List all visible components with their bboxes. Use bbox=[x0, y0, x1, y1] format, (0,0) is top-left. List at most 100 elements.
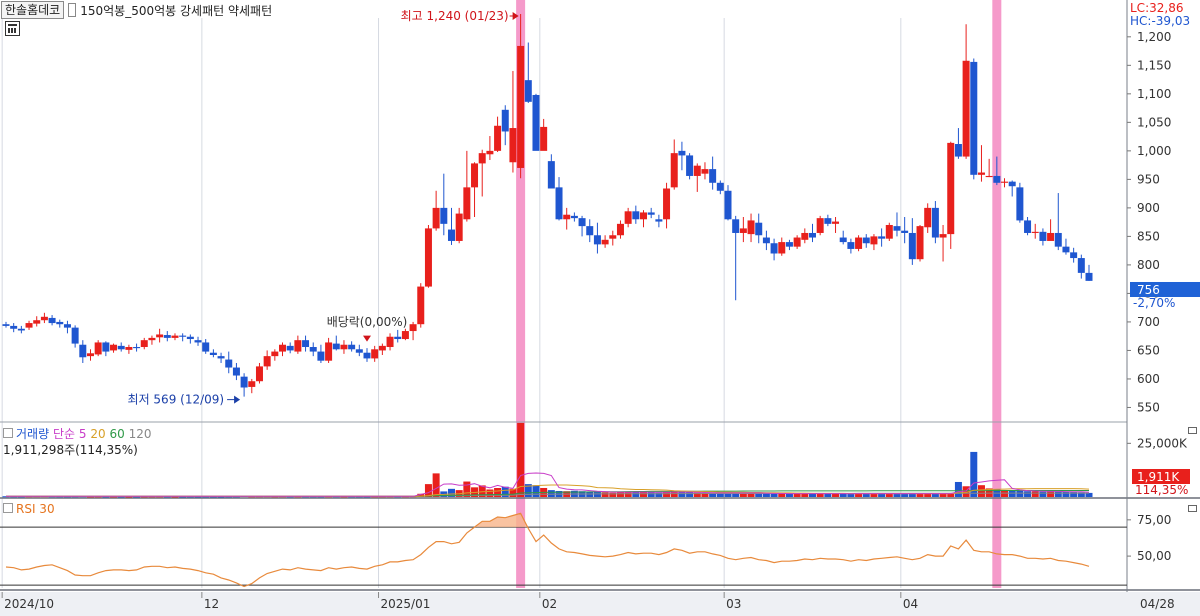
candle-body bbox=[294, 340, 302, 352]
candle-body bbox=[578, 218, 586, 227]
price-tick-label: 1,100 bbox=[1137, 87, 1171, 101]
candle bbox=[947, 141, 955, 249]
rsi-panel-minimize-icon[interactable] bbox=[1188, 505, 1197, 512]
legend-checkbox-icon[interactable] bbox=[3, 428, 13, 438]
hc-label: HC:-39,03 bbox=[1130, 14, 1191, 28]
candle-body bbox=[232, 367, 240, 376]
candle-body bbox=[993, 175, 1001, 183]
candle bbox=[532, 93, 540, 151]
candle-body bbox=[509, 128, 517, 163]
candle-body bbox=[1039, 231, 1047, 241]
candle-body bbox=[1047, 232, 1055, 241]
volume-bar bbox=[593, 492, 601, 497]
candle-body bbox=[716, 182, 724, 191]
candle-body bbox=[209, 352, 217, 355]
candle-body bbox=[970, 61, 978, 175]
volume-bar bbox=[762, 493, 770, 497]
candle-body bbox=[478, 153, 486, 164]
candle-body bbox=[117, 345, 125, 350]
price-tick-label: 900 bbox=[1137, 201, 1160, 215]
candle-body bbox=[878, 236, 886, 239]
volume-bar bbox=[832, 493, 840, 497]
volume-bar bbox=[609, 492, 617, 497]
candle-body bbox=[171, 335, 179, 338]
candle-body bbox=[494, 125, 502, 151]
dividend-annotation: 배당락(0,00%) bbox=[327, 315, 408, 329]
candle-body bbox=[640, 212, 648, 220]
price-tick-label: 1,200 bbox=[1137, 30, 1171, 44]
candle-body bbox=[762, 237, 770, 244]
volume-legend: 거래량 단순 5 20 60 120 bbox=[3, 425, 151, 442]
candle-body bbox=[194, 340, 202, 343]
candle bbox=[424, 224, 432, 288]
price-tick-label: 950 bbox=[1137, 172, 1160, 186]
candle-body bbox=[517, 45, 525, 168]
calculator-icon[interactable] bbox=[5, 21, 20, 36]
date-tick-label: 2025/01 bbox=[381, 597, 431, 611]
candle-body bbox=[1031, 231, 1039, 233]
candle bbox=[816, 215, 824, 236]
volume-bar bbox=[486, 489, 494, 497]
candle-body bbox=[163, 335, 171, 338]
candle bbox=[885, 222, 893, 241]
volume-bar bbox=[1054, 491, 1062, 497]
price-tick-label: 850 bbox=[1137, 229, 1160, 243]
rsi-tick-label: 50,00 bbox=[1137, 549, 1171, 563]
date-tick-label: 2024/10 bbox=[4, 597, 54, 611]
volume-bar bbox=[770, 493, 778, 497]
stock-chart-window: 1,2001,1501,1001,0501,000950900850800750… bbox=[0, 0, 1200, 616]
volume-bar bbox=[1024, 491, 1032, 497]
candle-body bbox=[586, 226, 594, 236]
price-tick-label: 650 bbox=[1137, 343, 1160, 357]
candle-body bbox=[977, 172, 985, 175]
volume-bar bbox=[686, 492, 694, 497]
candle-body bbox=[1062, 246, 1070, 253]
candle-body bbox=[916, 226, 924, 260]
candle-body bbox=[901, 230, 909, 233]
legend-checkbox-icon[interactable] bbox=[3, 503, 13, 513]
legend-ma20: 20 bbox=[90, 427, 106, 441]
candle-body bbox=[440, 207, 448, 224]
volume-bar bbox=[1031, 491, 1039, 497]
candle-body bbox=[670, 153, 678, 188]
candle-body bbox=[125, 347, 133, 350]
volume-bar bbox=[847, 493, 855, 497]
candle-body bbox=[1077, 258, 1085, 273]
chart-canvas[interactable]: 1,2001,1501,1001,0501,000950900850800750… bbox=[0, 0, 1200, 616]
lc-label: LC:32,86 bbox=[1130, 1, 1184, 15]
date-axis-background bbox=[0, 592, 1200, 616]
candle-body bbox=[33, 320, 41, 324]
current-price-change: -2,70% bbox=[1133, 296, 1175, 310]
candle-body bbox=[56, 321, 64, 325]
candle-body bbox=[79, 344, 87, 358]
condition-toggle-icon[interactable] bbox=[68, 3, 77, 17]
candle-body bbox=[540, 126, 548, 151]
candle-body bbox=[739, 228, 747, 233]
volume-bar bbox=[785, 493, 793, 497]
candle-body bbox=[678, 150, 686, 156]
candle-body bbox=[570, 215, 578, 219]
candle-body bbox=[709, 169, 717, 183]
volume-bar bbox=[1008, 490, 1016, 497]
candle-body bbox=[432, 207, 440, 229]
highlight-bar bbox=[992, 0, 1002, 588]
candle bbox=[916, 224, 924, 262]
volume-bar bbox=[1039, 491, 1047, 497]
candle-body bbox=[140, 340, 148, 348]
candle-body bbox=[17, 328, 25, 331]
candle-body bbox=[240, 376, 248, 388]
rsi-legend-label: RSI 30 bbox=[16, 502, 55, 516]
volume-panel-minimize-icon[interactable] bbox=[1188, 427, 1197, 434]
candle-body bbox=[893, 226, 901, 231]
candle bbox=[855, 235, 863, 252]
stock-name-field[interactable]: 한솔홈데코 bbox=[1, 1, 65, 19]
candle-body bbox=[632, 211, 640, 220]
candle-body bbox=[724, 190, 732, 220]
candle-body bbox=[908, 232, 916, 260]
candle-body bbox=[156, 334, 164, 338]
date-last-label: 04/28 bbox=[1140, 597, 1175, 611]
candle-body bbox=[655, 219, 663, 222]
price-tick-label: 1,050 bbox=[1137, 115, 1171, 129]
candle-body bbox=[1016, 187, 1024, 221]
candle-body bbox=[271, 351, 279, 357]
